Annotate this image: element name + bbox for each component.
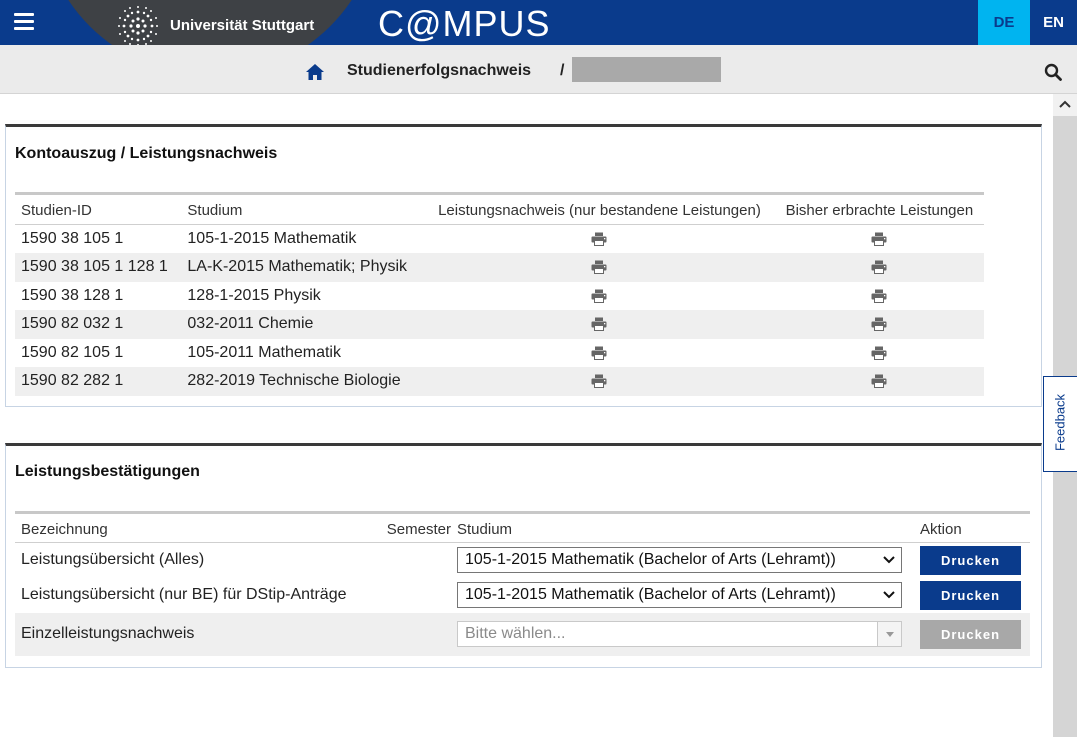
print-icon[interactable] — [871, 232, 887, 246]
print-icon[interactable] — [871, 317, 887, 332]
studium-select[interactable]: 105-1-2015 Mathematik (Bachelor of Arts … — [457, 582, 902, 608]
studien-id-cell: 1590 82 282 1 — [15, 367, 182, 396]
studium-cell: LA-K-2015 Mathematik; Physik — [181, 253, 425, 282]
home-icon[interactable] — [305, 63, 325, 81]
table-row: Leistungsübersicht (Alles) 105-1-2015 Ma… — [15, 543, 1030, 578]
drucken-button[interactable]: Drucken — [920, 545, 1021, 575]
leistungsnachweis-cell — [424, 253, 775, 282]
column-header-studien-id: Studien-ID — [15, 193, 182, 225]
studium-cell: 282-2019 Technische Biologie — [181, 367, 425, 396]
language-en-button[interactable]: EN — [1030, 0, 1077, 45]
scroll-up-button[interactable] — [1053, 94, 1077, 116]
studium-cell: 128-1-2015 Physik — [187, 286, 321, 304]
column-header-studium: Studium — [181, 193, 425, 225]
column-header-semester: Semester — [375, 512, 451, 543]
table-row: 1590 38 105 1 105-1-2015 Mathematik — [15, 225, 984, 254]
bisher-erbracht-cell — [774, 367, 984, 396]
leistungsnachweis-cell — [424, 225, 775, 254]
select-placeholder: Bitte wählen... — [465, 625, 566, 642]
print-icon[interactable] — [871, 260, 887, 275]
university-name[interactable]: Universität Stuttgart — [170, 17, 314, 34]
drucken-button-disabled[interactable]: Drucken — [920, 619, 1021, 649]
print-icon[interactable] — [591, 317, 607, 332]
feedback-tab[interactable]: Feedback — [1043, 376, 1077, 472]
bisher-erbracht-cell — [774, 310, 984, 339]
studium-cell: 105-1-2015 Mathematik — [187, 230, 357, 247]
studium-cell: 105-2011 Mathematik — [187, 343, 341, 361]
table-row: 1590 82 032 1 032-2011 Chemie — [15, 310, 984, 339]
hamburger-menu-icon[interactable] — [14, 12, 36, 32]
leistungsnachweis-cell — [424, 339, 775, 368]
print-icon[interactable] — [591, 232, 607, 246]
table-row: 1590 38 105 1 128 1 LA-K-2015 Mathematik;… — [15, 253, 984, 282]
studium-select-value: 105-1-2015 Mathematik (Bachelor of Arts … — [465, 551, 836, 569]
leistungsbestaetigungen-panel: Leistungsbestätigungen Bezeichnung Semes… — [5, 443, 1042, 668]
breadcrumb-current: Studienerfolgsnachweis — [347, 62, 532, 79]
table-row: Leistungsübersicht (nur BE) für DStip-An… — [15, 578, 1030, 613]
bisher-erbracht-cell — [775, 282, 984, 311]
print-icon[interactable] — [871, 289, 887, 303]
studien-id-cell: 1590 38 128 1 — [21, 286, 124, 304]
search-icon[interactable] — [1044, 63, 1062, 81]
einzelleistung-select[interactable]: Bitte wählen... — [457, 621, 902, 647]
university-logo-icon[interactable] — [117, 5, 159, 45]
chevron-up-icon — [1059, 100, 1071, 108]
kontoauszug-title: Kontoauszug / Leistungsnachweis — [15, 145, 278, 162]
language-de-button[interactable]: DE — [978, 0, 1030, 45]
leistungsbestaetigungen-table: Bezeichnung Semester Studium Aktion Leis… — [15, 511, 1030, 656]
redacted-name — [572, 57, 721, 82]
print-icon[interactable] — [591, 374, 607, 389]
bisher-erbracht-cell — [775, 339, 984, 368]
print-icon[interactable] — [591, 289, 607, 303]
column-header-aktion: Aktion — [914, 512, 1030, 543]
print-icon[interactable] — [591, 260, 607, 275]
kontoauszug-panel: Kontoauszug / Leistungsnachweis Studien-… — [5, 124, 1042, 407]
print-icon[interactable] — [871, 374, 887, 389]
row-bezeichnung: Einzelleistungsnachweis — [15, 612, 375, 656]
leistungsnachweis-cell — [424, 367, 775, 396]
column-header-studium: Studium — [451, 512, 914, 543]
studien-id-cell: 1590 82 105 1 — [21, 343, 124, 361]
leistungsnachweis-cell — [424, 282, 775, 311]
table-row: Einzelleistungsnachweis Bitte wählen... … — [15, 612, 1030, 656]
row-bezeichnung: Leistungsübersicht (Alles) — [21, 551, 205, 569]
bisher-erbracht-cell — [775, 225, 984, 254]
print-icon[interactable] — [871, 346, 887, 360]
column-header-leistungsnachweis: Leistungsnachweis (nur bestandene Leistu… — [424, 193, 775, 225]
app-title[interactable]: C@MPUS — [378, 3, 551, 45]
column-header-bisher-erbracht: Bisher erbrachte Leistungen — [774, 193, 984, 225]
studien-id-cell: 1590 38 105 1 128 1 — [15, 253, 182, 282]
studium-select-value: 105-1-2015 Mathematik (Bachelor of Arts … — [465, 586, 836, 603]
feedback-label: Feedback — [1052, 393, 1068, 452]
chevron-down-icon — [883, 556, 895, 564]
chevron-down-icon — [883, 591, 895, 599]
breadcrumb: Studienerfolgsnachweis / — [0, 45, 1077, 94]
row-bezeichnung: Leistungsübersicht (nur BE) für DStip-An… — [21, 586, 347, 603]
table-row: 1590 82 282 1 282-2019 Technische Biologi… — [15, 367, 984, 396]
column-header-bezeichnung: Bezeichnung — [15, 512, 375, 543]
studien-id-cell: 1590 82 032 1 — [15, 310, 182, 339]
studium-cell: 032-2011 Chemie — [181, 310, 425, 339]
bisher-erbracht-cell — [774, 253, 984, 282]
studium-select[interactable]: 105-1-2015 Mathematik (Bachelor of Arts … — [457, 547, 902, 574]
table-row: 1590 38 128 1 128-1-2015 Physik — [15, 282, 984, 311]
breadcrumb-separator: / — [560, 62, 565, 79]
table-row: 1590 82 105 1 105-2011 Mathematik — [15, 339, 984, 368]
leistungsbestaetigungen-title: Leistungsbestätigungen — [15, 463, 200, 480]
print-icon[interactable] — [591, 346, 607, 360]
caret-down-icon — [877, 622, 901, 646]
leistungsnachweis-cell — [424, 310, 775, 339]
studien-id-cell: 1590 38 105 1 — [21, 230, 124, 247]
drucken-button[interactable]: Drucken — [920, 580, 1021, 610]
kontoauszug-table: Studien-ID Studium Leistungsnachweis (nu… — [15, 192, 984, 396]
top-header: Universität Stuttgart C@MPUS DE EN — [0, 0, 1077, 45]
